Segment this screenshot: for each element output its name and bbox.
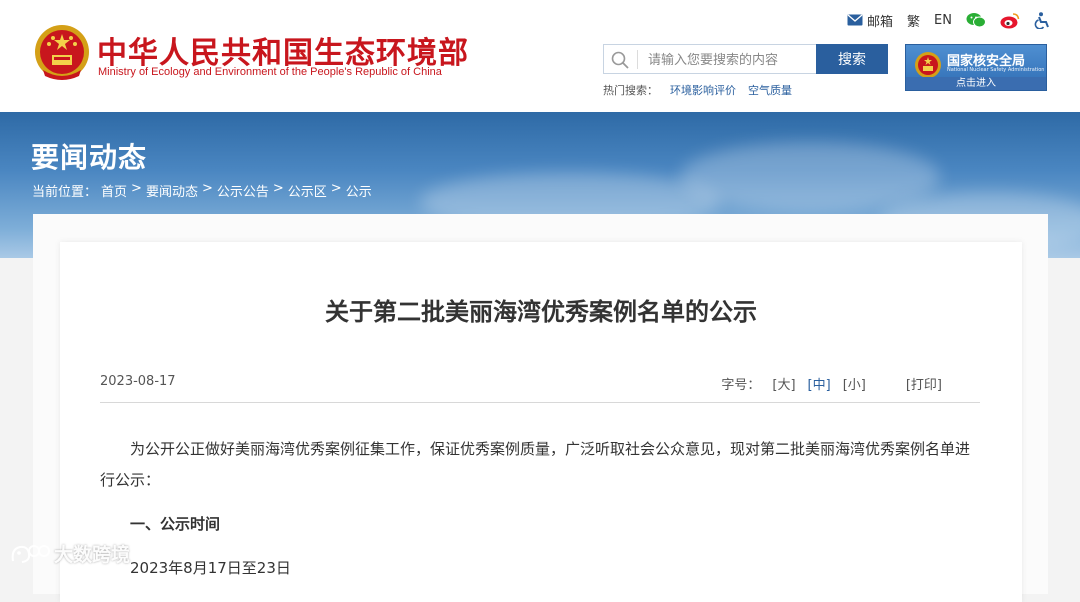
- font-size-label: 字号：: [721, 378, 761, 393]
- breadcrumb-news[interactable]: 要闻动态: [146, 181, 198, 200]
- breadcrumb-separator: >: [201, 181, 213, 196]
- font-size-large-button[interactable]: [大]: [772, 374, 795, 393]
- top-links: 邮箱 繁 EN: [847, 10, 1050, 30]
- mail-label: 邮箱: [867, 14, 894, 30]
- article-date: 2023-08-17: [100, 374, 176, 389]
- breadcrumb-separator: >: [131, 181, 142, 196]
- font-size-small-button[interactable]: [小]: [843, 374, 866, 393]
- section-title: 要闻动态: [31, 141, 148, 174]
- breadcrumb-home[interactable]: 首页: [101, 181, 127, 200]
- hot-search-label: 热门搜索：: [603, 84, 658, 97]
- hot-search-link-air-quality[interactable]: 空气质量: [748, 82, 792, 98]
- breadcrumb-public-notice-area[interactable]: 公示区: [288, 181, 327, 200]
- section-heading: 一、公示时间: [130, 515, 221, 533]
- breadcrumb-announcements[interactable]: 公示公告: [217, 181, 269, 200]
- national-emblem-icon[interactable]: [33, 22, 91, 84]
- mail-link[interactable]: 邮箱: [847, 11, 893, 30]
- nnsa-emblem-icon: [915, 52, 941, 78]
- article-card: 关于第二批美丽海湾优秀案例名单的公示 2023-08-17 字号： [大] [中…: [60, 242, 1022, 602]
- watermark: 大数跨境: [10, 540, 130, 567]
- breadcrumb-public-notice[interactable]: 公示: [346, 181, 372, 200]
- search-divider: [637, 50, 638, 69]
- traditional-chinese-link[interactable]: 繁: [907, 11, 920, 30]
- article-intro: 为公开公正做好美丽海湾优秀案例征集工作，保证优秀案例质量，广泛听取社会公众意见，…: [100, 440, 971, 489]
- divider: [100, 402, 980, 403]
- accessibility-icon[interactable]: [1034, 11, 1050, 29]
- english-link[interactable]: EN: [934, 13, 952, 28]
- site-header: 中华人民共和国生态环境部 Ministry of Ecology and Env…: [0, 0, 1080, 112]
- breadcrumb-separator: >: [330, 181, 342, 196]
- cloud-decoration: [680, 142, 940, 212]
- wechat-icon[interactable]: [966, 12, 986, 28]
- search-button[interactable]: 搜索: [816, 44, 888, 74]
- mail-icon: [847, 14, 863, 26]
- search-input[interactable]: [646, 49, 815, 71]
- watermark-text: 大数跨境: [54, 544, 131, 566]
- print-button[interactable]: [打印]: [906, 374, 942, 393]
- site-subtitle: Ministry of Ecology and Environment of t…: [98, 66, 442, 78]
- breadcrumb: 当前位置： 首页 > 要闻动态 > 公示公告 > 公示区 > 公示: [32, 181, 372, 200]
- article-title: 关于第二批美丽海湾优秀案例名单的公示: [325, 298, 757, 326]
- article-tools: 字号： [大] [中] [小] [打印]: [721, 374, 942, 393]
- nnsa-english-name: National Nuclear Safety Administration: [947, 67, 1045, 73]
- search-icon: [611, 51, 629, 69]
- font-size-medium-button[interactable]: [中]: [808, 374, 831, 393]
- nnsa-banner[interactable]: 国家核安全局 National Nuclear Safety Administr…: [905, 44, 1047, 91]
- search-box: 搜索: [603, 44, 888, 74]
- hot-search-link-eia[interactable]: 环境影响评价: [670, 82, 736, 98]
- hot-search: 热门搜索： 环境影响评价 空气质量: [603, 82, 792, 98]
- watermark-logo-icon: [11, 544, 50, 563]
- weibo-icon[interactable]: [1000, 12, 1020, 29]
- notice-period: 2023年8月17日至23日: [130, 559, 291, 577]
- breadcrumb-prefix: 当前位置：: [32, 185, 98, 200]
- nnsa-enter-label: 点击进入: [906, 77, 1046, 90]
- breadcrumb-separator: >: [272, 181, 284, 196]
